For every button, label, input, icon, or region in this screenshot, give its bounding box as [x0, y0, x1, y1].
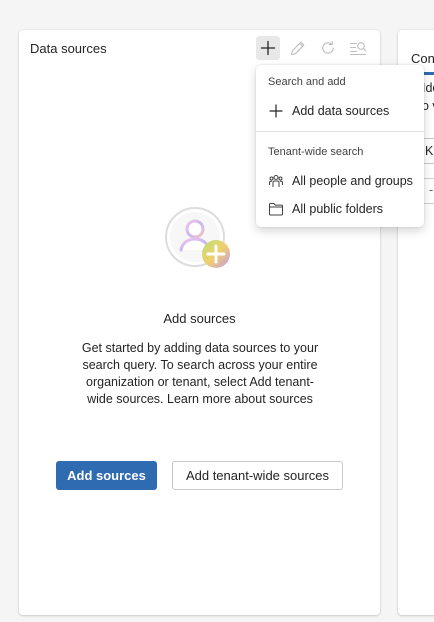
- menu-item-add-data-sources[interactable]: Add data sources: [262, 98, 418, 124]
- filter-button[interactable]: [346, 36, 370, 60]
- add-button[interactable]: [256, 36, 280, 60]
- people-group-icon: [266, 171, 286, 191]
- page: Data sources Add sources Get started by …: [0, 0, 434, 622]
- menu-item-label: Add data sources: [292, 104, 390, 118]
- refresh-icon: [320, 40, 336, 56]
- folder-icon: [266, 199, 286, 219]
- panel-toolbar: [256, 36, 370, 60]
- add-sources-button[interactable]: Add sources: [56, 461, 157, 490]
- menu-item-all-people-and-groups[interactable]: All people and groups: [262, 168, 418, 194]
- add-person-illustration: [164, 205, 236, 277]
- tab-conditions[interactable]: Con: [411, 51, 434, 66]
- panel-title: Data sources: [30, 41, 107, 56]
- empty-state-title: Add sources: [163, 311, 236, 326]
- menu-item-label: All people and groups: [292, 174, 413, 188]
- refresh-button[interactable]: [316, 36, 340, 60]
- menu-item-all-public-folders[interactable]: All public folders: [262, 196, 418, 222]
- menu-item-label: All public folders: [292, 202, 384, 216]
- plus-icon: [260, 40, 276, 56]
- add-sources-menu: Search and add Add data sources Tenant-w…: [256, 65, 424, 227]
- add-tenant-wide-sources-button[interactable]: Add tenant-wide sources: [172, 461, 343, 490]
- menu-section-header: Search and add: [268, 76, 346, 88]
- plus-icon: [266, 101, 286, 121]
- menu-divider: [256, 131, 424, 132]
- pencil-icon: [290, 40, 306, 56]
- edit-button[interactable]: [286, 36, 310, 60]
- empty-state-description: Get started by adding data sources to yo…: [81, 341, 319, 406]
- menu-section-header: Tenant-wide search: [268, 146, 364, 158]
- search-filter-icon: [349, 40, 367, 56]
